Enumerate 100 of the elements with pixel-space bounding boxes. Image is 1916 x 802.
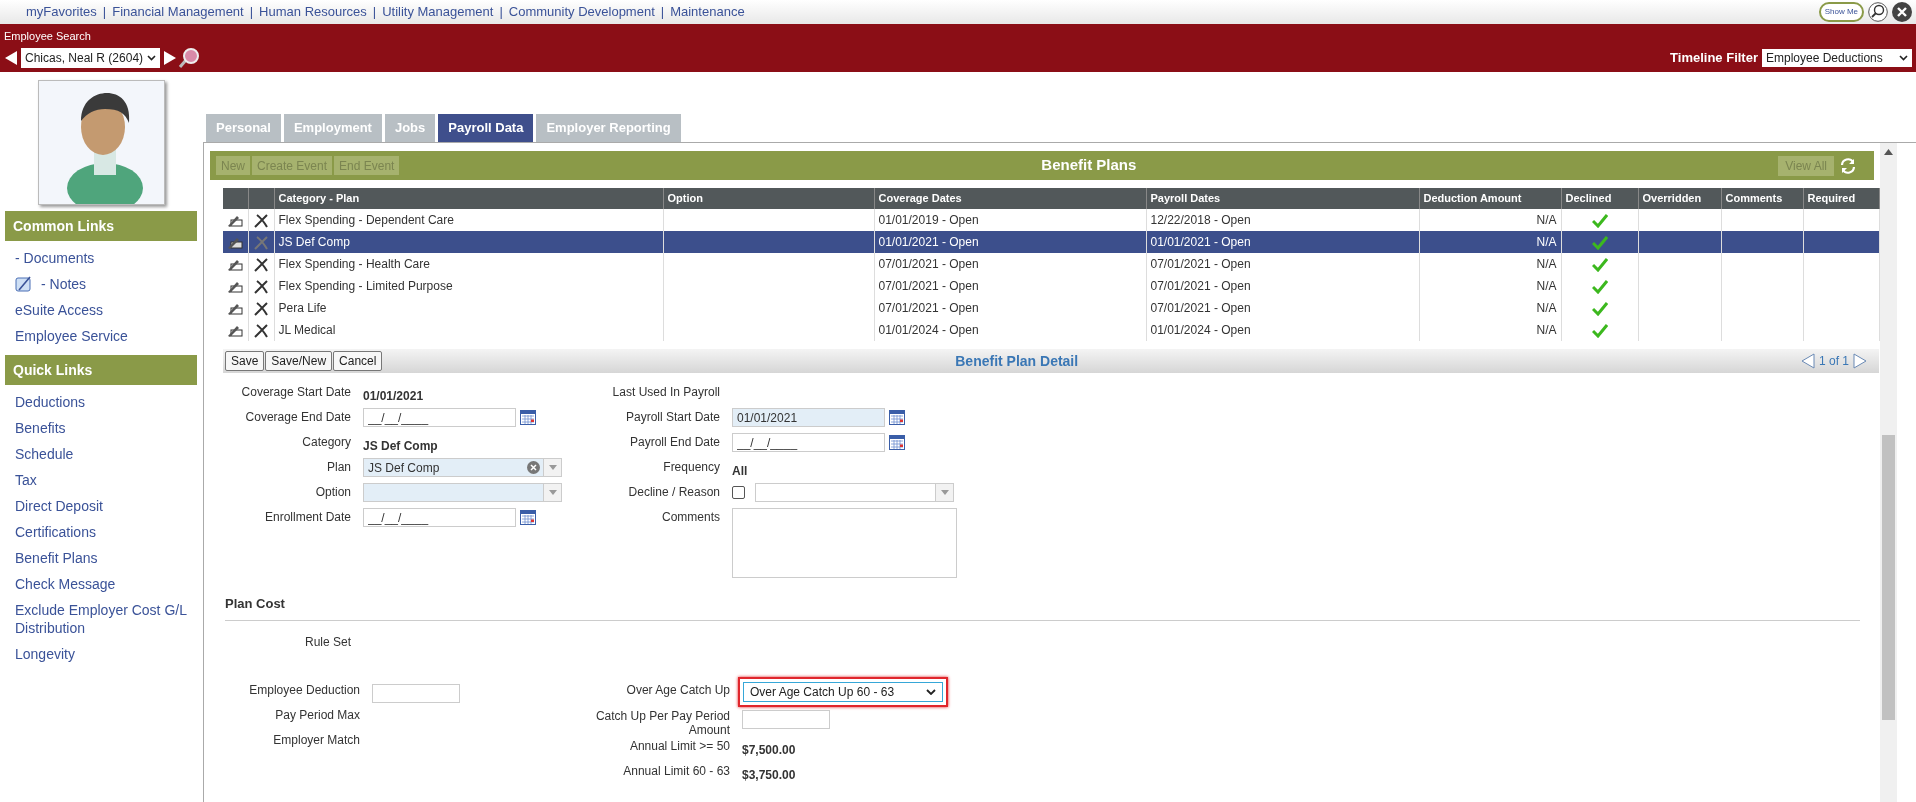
table-cell: 01/01/2024 - Open — [1146, 319, 1419, 341]
field-label: Coverage End Date — [244, 410, 351, 424]
notes-icon[interactable] — [15, 276, 33, 292]
nav-link[interactable]: myFavorites — [26, 2, 97, 22]
nav-link[interactable]: Community Development — [508, 2, 655, 22]
edit-icon[interactable] — [227, 213, 244, 228]
field-label: Last Used In Payroll — [611, 385, 720, 399]
delete-icon[interactable] — [254, 213, 268, 228]
sidebar-link[interactable]: - Documents — [15, 245, 195, 271]
nav-separator: | — [660, 3, 665, 22]
edit-icon[interactable] — [227, 301, 244, 316]
scroll-up-arrow-icon[interactable] — [1884, 149, 1893, 155]
nav-separator: | — [249, 3, 254, 22]
chevron-down-icon[interactable] — [926, 689, 936, 695]
section-header: Quick Links — [5, 355, 197, 385]
show-me-button[interactable]: Show Me — [1818, 2, 1864, 22]
nav-link[interactable]: Financial Management — [112, 2, 244, 22]
refresh-icon[interactable] — [1840, 157, 1856, 174]
pager-text: 1 of 1 — [1818, 353, 1849, 370]
timeline-filter-label: Timeline Filter — [1670, 49, 1758, 68]
scrollbar[interactable] — [1880, 143, 1897, 802]
close-icon[interactable] — [1892, 2, 1912, 22]
delete-icon[interactable] — [254, 301, 268, 316]
field-label: Comments — [661, 510, 720, 524]
sidebar-link[interactable]: Exclude Employer Cost G/L Distribution — [15, 597, 195, 641]
date-field[interactable]: __/__/____ — [363, 408, 516, 427]
nav-link[interactable]: Human Resources — [259, 2, 367, 22]
field-label: Payroll End Date — [628, 435, 720, 449]
next-arrow-icon[interactable] — [163, 50, 178, 66]
search-icon[interactable] — [1868, 2, 1888, 22]
calendar-icon[interactable] — [889, 435, 905, 450]
sidebar-link[interactable]: Direct Deposit — [15, 493, 195, 519]
search-icon[interactable] — [178, 47, 201, 69]
nav-separator: | — [372, 3, 377, 22]
table-cell: N/A — [1419, 319, 1561, 341]
sidebar-link[interactable]: Check Message — [15, 571, 195, 597]
delete-icon[interactable] — [254, 257, 268, 272]
field-label: Pay Period Max — [274, 707, 360, 722]
edit-icon[interactable] — [227, 279, 244, 294]
sidebar-link[interactable]: Schedule — [15, 441, 195, 467]
delete-icon[interactable] — [254, 323, 268, 338]
field-label: Annual Limit 60 - 63 — [622, 763, 730, 778]
edit-icon[interactable] — [227, 257, 244, 272]
comments-field[interactable] — [732, 508, 957, 578]
sidebar-link[interactable]: eSuite Access — [15, 297, 195, 323]
delete-icon[interactable] — [254, 279, 268, 294]
nav-separator: | — [102, 3, 107, 22]
employee-select[interactable]: Chicas, Neal R (2604) — [21, 48, 161, 68]
date-field[interactable]: __/__/____ — [363, 508, 516, 527]
sidebar-link[interactable]: Employee Service — [15, 323, 195, 349]
sidebar-link[interactable]: Longevity — [15, 641, 195, 667]
calendar-icon[interactable] — [889, 410, 905, 425]
sidebar-link[interactable]: Deductions — [15, 389, 195, 415]
field-label: Over Age Catch Up — [625, 682, 730, 697]
field-label: Annual Limit >= 50 — [628, 738, 730, 753]
table-cell: 01/01/2024 - Open — [874, 319, 1146, 341]
previous-page-icon[interactable] — [1800, 353, 1815, 369]
date-field[interactable]: __/__/____ — [732, 433, 885, 452]
decline-checkbox[interactable] — [732, 486, 745, 499]
field-value: 01/01/2021 — [363, 389, 424, 403]
table-row[interactable]: JS Def Comp 01/01/2021 - Open 01/01/2021 - Open N/A — [223, 231, 1879, 253]
field-label: Option — [314, 485, 351, 499]
table-row[interactable]: Flex Spending - Health Care 07/01/2021 - Open 07/01/2021 - Open N/A — [223, 253, 1879, 275]
nav-link[interactable]: Maintenance — [670, 2, 745, 22]
sidebar-link[interactable]: Benefits — [15, 415, 195, 441]
chevron-down-icon[interactable] — [147, 55, 157, 61]
timeline-filter-select[interactable]: Employee Deductions — [1762, 49, 1912, 67]
table-row[interactable]: Flex Spending - Dependent Care 01/01/2019 - Open 12/22/2018 - Open N/A — [223, 209, 1879, 231]
table-cell: JL Medical — [274, 319, 663, 341]
field-label: Rule Set — [303, 634, 351, 651]
field-label: Enrollment Date — [263, 510, 351, 524]
field-label: Coverage Start Date — [240, 385, 351, 399]
chevron-down-icon[interactable] — [1899, 55, 1908, 61]
panel-title: Benefit Plans — [1040, 155, 1138, 176]
field-value: JS Def Comp — [363, 439, 438, 453]
header-title: Employee Search — [4, 30, 92, 42]
next-page-icon[interactable] — [1853, 353, 1867, 369]
section-title: Plan Cost — [225, 596, 285, 611]
amount-field[interactable] — [372, 683, 460, 703]
form-button[interactable]: Save/New — [265, 351, 333, 371]
sidebar-link[interactable]: Benefit Plans — [15, 545, 195, 571]
amount-field[interactable] — [742, 709, 830, 729]
form-button[interactable]: Cancel — [333, 351, 383, 371]
nav-link[interactable]: Utility Management — [382, 2, 494, 22]
edit-icon[interactable] — [227, 235, 244, 250]
nav-separator: | — [499, 3, 503, 22]
sidebar-link[interactable]: Tax — [15, 467, 195, 493]
catch-up-select[interactable]: Over Age Catch Up 60 - 63 — [738, 677, 948, 707]
previous-arrow-icon[interactable] — [4, 50, 18, 66]
section-header: Common Links — [5, 211, 197, 241]
calendar-icon[interactable] — [520, 410, 536, 425]
field-label: Category — [301, 435, 351, 449]
edit-icon[interactable] — [227, 323, 244, 338]
sidebar-link[interactable]: Certifications — [15, 519, 195, 545]
form-button[interactable]: Save — [225, 351, 265, 371]
tab[interactable]: Payroll Data — [438, 114, 534, 142]
calendar-icon[interactable] — [520, 510, 536, 525]
sidebar-link[interactable]: - Notes — [41, 273, 87, 295]
field-label: Frequency — [662, 460, 720, 474]
dropdown-caret-icon[interactable] — [935, 484, 953, 501]
